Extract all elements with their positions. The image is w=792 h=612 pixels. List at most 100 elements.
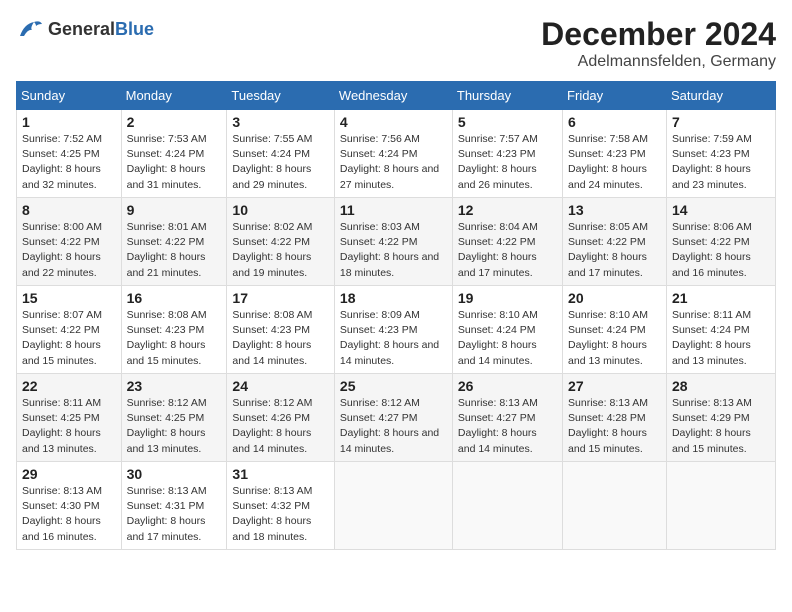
day-number: 28: [672, 378, 770, 394]
day-info: Sunrise: 8:03 AM Sunset: 4:22 PM Dayligh…: [340, 220, 447, 281]
daylight-label: Daylight: 8 hours and 13 minutes.: [22, 427, 101, 454]
sunrise-label: Sunrise: 8:11 AM: [672, 309, 751, 321]
day-number: 1: [22, 114, 116, 130]
logo-general-text: General: [48, 19, 115, 39]
day-info: Sunrise: 7:59 AM Sunset: 4:23 PM Dayligh…: [672, 132, 770, 193]
day-info: Sunrise: 8:04 AM Sunset: 4:22 PM Dayligh…: [458, 220, 557, 281]
col-sunday: Sunday: [17, 82, 122, 110]
day-number: 4: [340, 114, 447, 130]
day-number: 5: [458, 114, 557, 130]
day-number: 6: [568, 114, 661, 130]
table-row: 8 Sunrise: 8:00 AM Sunset: 4:22 PM Dayli…: [17, 198, 122, 286]
day-number: 2: [127, 114, 222, 130]
day-info: Sunrise: 7:57 AM Sunset: 4:23 PM Dayligh…: [458, 132, 557, 193]
daylight-label: Daylight: 8 hours and 24 minutes.: [568, 163, 647, 190]
table-row: 12 Sunrise: 8:04 AM Sunset: 4:22 PM Dayl…: [452, 198, 562, 286]
sunrise-label: Sunrise: 8:03 AM: [340, 221, 420, 233]
day-number: 17: [232, 290, 329, 306]
sunrise-label: Sunrise: 7:57 AM: [458, 133, 538, 145]
table-row: 25 Sunrise: 8:12 AM Sunset: 4:27 PM Dayl…: [334, 374, 452, 462]
day-info: Sunrise: 8:02 AM Sunset: 4:22 PM Dayligh…: [232, 220, 329, 281]
sunset-label: Sunset: 4:24 PM: [568, 324, 646, 336]
daylight-label: Daylight: 8 hours and 23 minutes.: [672, 163, 751, 190]
sunset-label: Sunset: 4:23 PM: [672, 148, 750, 160]
sunset-label: Sunset: 4:27 PM: [340, 412, 418, 424]
sunset-label: Sunset: 4:22 PM: [672, 236, 750, 248]
table-row: 1 Sunrise: 7:52 AM Sunset: 4:25 PM Dayli…: [17, 110, 122, 198]
daylight-label: Daylight: 8 hours and 19 minutes.: [232, 251, 311, 278]
table-row: 20 Sunrise: 8:10 AM Sunset: 4:24 PM Dayl…: [563, 286, 667, 374]
page-header: GeneralBlue December 2024 Adelmannsfelde…: [16, 16, 776, 71]
sunset-label: Sunset: 4:25 PM: [127, 412, 205, 424]
daylight-label: Daylight: 8 hours and 14 minutes.: [458, 339, 537, 366]
table-row: 16 Sunrise: 8:08 AM Sunset: 4:23 PM Dayl…: [121, 286, 227, 374]
sunrise-label: Sunrise: 8:12 AM: [340, 397, 420, 409]
day-number: 27: [568, 378, 661, 394]
day-number: 16: [127, 290, 222, 306]
daylight-label: Daylight: 8 hours and 15 minutes.: [127, 339, 206, 366]
daylight-label: Daylight: 8 hours and 13 minutes.: [127, 427, 206, 454]
day-info: Sunrise: 8:13 AM Sunset: 4:30 PM Dayligh…: [22, 484, 116, 545]
sunrise-label: Sunrise: 8:12 AM: [127, 397, 207, 409]
day-info: Sunrise: 8:01 AM Sunset: 4:22 PM Dayligh…: [127, 220, 222, 281]
sunset-label: Sunset: 4:23 PM: [340, 324, 418, 336]
day-number: 12: [458, 202, 557, 218]
day-info: Sunrise: 7:58 AM Sunset: 4:23 PM Dayligh…: [568, 132, 661, 193]
calendar-week-row: 8 Sunrise: 8:00 AM Sunset: 4:22 PM Dayli…: [17, 198, 776, 286]
table-row: 15 Sunrise: 8:07 AM Sunset: 4:22 PM Dayl…: [17, 286, 122, 374]
sunset-label: Sunset: 4:22 PM: [127, 236, 205, 248]
calendar-week-row: 29 Sunrise: 8:13 AM Sunset: 4:30 PM Dayl…: [17, 462, 776, 550]
sunset-label: Sunset: 4:24 PM: [672, 324, 750, 336]
col-tuesday: Tuesday: [227, 82, 335, 110]
day-number: 19: [458, 290, 557, 306]
sunset-label: Sunset: 4:23 PM: [232, 324, 310, 336]
day-number: 13: [568, 202, 661, 218]
day-number: 9: [127, 202, 222, 218]
daylight-label: Daylight: 8 hours and 16 minutes.: [22, 515, 101, 542]
sunset-label: Sunset: 4:24 PM: [232, 148, 310, 160]
day-info: Sunrise: 8:13 AM Sunset: 4:29 PM Dayligh…: [672, 396, 770, 457]
daylight-label: Daylight: 8 hours and 31 minutes.: [127, 163, 206, 190]
day-info: Sunrise: 8:08 AM Sunset: 4:23 PM Dayligh…: [232, 308, 329, 369]
daylight-label: Daylight: 8 hours and 29 minutes.: [232, 163, 311, 190]
day-info: Sunrise: 8:11 AM Sunset: 4:25 PM Dayligh…: [22, 396, 116, 457]
location-title: Adelmannsfelden, Germany: [541, 53, 776, 71]
daylight-label: Daylight: 8 hours and 17 minutes.: [127, 515, 206, 542]
sunset-label: Sunset: 4:32 PM: [232, 500, 310, 512]
daylight-label: Daylight: 8 hours and 13 minutes.: [672, 339, 751, 366]
sunrise-label: Sunrise: 8:06 AM: [672, 221, 752, 233]
sunset-label: Sunset: 4:24 PM: [127, 148, 205, 160]
sunrise-label: Sunrise: 8:05 AM: [568, 221, 648, 233]
day-info: Sunrise: 8:10 AM Sunset: 4:24 PM Dayligh…: [458, 308, 557, 369]
sunrise-label: Sunrise: 8:13 AM: [458, 397, 538, 409]
sunset-label: Sunset: 4:31 PM: [127, 500, 205, 512]
sunrise-label: Sunrise: 8:13 AM: [672, 397, 752, 409]
day-number: 20: [568, 290, 661, 306]
sunset-label: Sunset: 4:22 PM: [340, 236, 418, 248]
sunrise-label: Sunrise: 8:04 AM: [458, 221, 538, 233]
table-row: 11 Sunrise: 8:03 AM Sunset: 4:22 PM Dayl…: [334, 198, 452, 286]
table-row: 28 Sunrise: 8:13 AM Sunset: 4:29 PM Dayl…: [666, 374, 775, 462]
month-title: December 2024: [541, 16, 776, 53]
table-row: 29 Sunrise: 8:13 AM Sunset: 4:30 PM Dayl…: [17, 462, 122, 550]
table-row: 9 Sunrise: 8:01 AM Sunset: 4:22 PM Dayli…: [121, 198, 227, 286]
logo-blue-text: Blue: [115, 19, 154, 39]
sunset-label: Sunset: 4:28 PM: [568, 412, 646, 424]
day-number: 18: [340, 290, 447, 306]
day-info: Sunrise: 8:12 AM Sunset: 4:25 PM Dayligh…: [127, 396, 222, 457]
day-number: 29: [22, 466, 116, 482]
sunrise-label: Sunrise: 7:52 AM: [22, 133, 102, 145]
sunset-label: Sunset: 4:22 PM: [568, 236, 646, 248]
daylight-label: Daylight: 8 hours and 21 minutes.: [127, 251, 206, 278]
sunset-label: Sunset: 4:25 PM: [22, 412, 100, 424]
table-row: [452, 462, 562, 550]
day-info: Sunrise: 7:55 AM Sunset: 4:24 PM Dayligh…: [232, 132, 329, 193]
table-row: 21 Sunrise: 8:11 AM Sunset: 4:24 PM Dayl…: [666, 286, 775, 374]
day-info: Sunrise: 8:10 AM Sunset: 4:24 PM Dayligh…: [568, 308, 661, 369]
daylight-label: Daylight: 8 hours and 32 minutes.: [22, 163, 101, 190]
daylight-label: Daylight: 8 hours and 18 minutes.: [340, 251, 439, 278]
daylight-label: Daylight: 8 hours and 22 minutes.: [22, 251, 101, 278]
day-info: Sunrise: 8:13 AM Sunset: 4:28 PM Dayligh…: [568, 396, 661, 457]
table-row: 26 Sunrise: 8:13 AM Sunset: 4:27 PM Dayl…: [452, 374, 562, 462]
col-saturday: Saturday: [666, 82, 775, 110]
